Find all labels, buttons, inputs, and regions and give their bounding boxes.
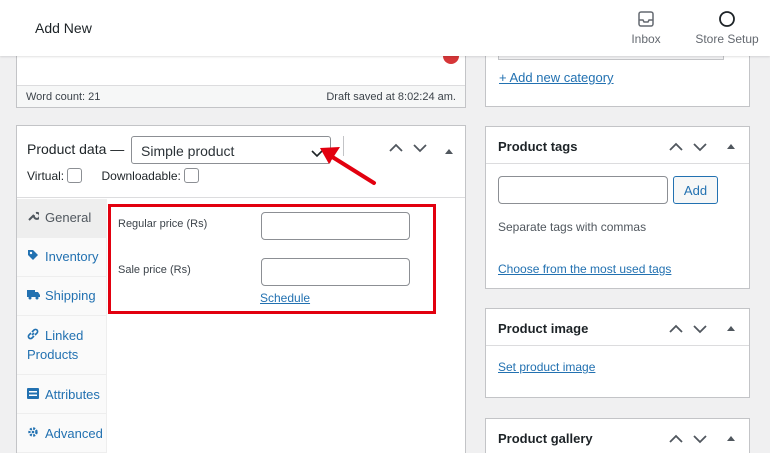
product-data-tabs: General Inventory Shipping Linked Produc… <box>17 199 107 453</box>
editor-status-bar: Word count: 21 Draft saved at 8:02:24 am… <box>17 85 465 107</box>
product-type-select[interactable]: Simple product <box>131 136 331 164</box>
truck-icon <box>27 288 40 303</box>
product-image-panel: Product image Set product image <box>485 308 750 398</box>
tab-advanced-label: Advanced <box>45 426 103 441</box>
annotation-highlight-box <box>108 204 436 314</box>
panel-controls <box>669 140 739 158</box>
product-options: Virtual: Downloadable: <box>27 168 199 183</box>
tab-general[interactable]: General <box>17 199 107 238</box>
gear-icon <box>27 426 40 441</box>
category-list <box>498 56 724 60</box>
move-down-icon[interactable] <box>413 140 427 158</box>
add-new-category-link[interactable]: + Add new category <box>499 70 614 85</box>
product-data-label: Product data — <box>27 141 125 157</box>
top-bar: Add New Inbox Store Setup <box>0 0 770 56</box>
word-count: Word count: 21 <box>26 91 101 103</box>
tab-inventory-label: Inventory <box>45 249 99 264</box>
inbox-button[interactable]: Inbox <box>626 10 666 46</box>
virtual-checkbox[interactable] <box>67 168 83 183</box>
tag-icon <box>27 249 40 264</box>
annotation-arrow <box>320 147 376 185</box>
product-image-header: Product image <box>486 309 749 346</box>
product-data-header: Product data — Simple product Virtual: D… <box>17 126 465 198</box>
tag-help-text: Separate tags with commas <box>498 220 647 234</box>
move-up-icon[interactable] <box>389 140 403 158</box>
tab-inventory[interactable]: Inventory <box>17 238 107 277</box>
tab-shipping[interactable]: Shipping <box>17 277 107 316</box>
product-tags-title: Product tags <box>498 139 578 154</box>
tab-attributes[interactable]: Attributes <box>17 375 107 414</box>
add-tag-button[interactable]: Add <box>673 176 718 204</box>
set-product-image-link[interactable]: Set product image <box>498 360 595 374</box>
tab-linked-products[interactable]: Linked Products <box>17 316 107 375</box>
link-icon <box>27 326 40 345</box>
collapse-toggle-icon[interactable] <box>445 142 453 160</box>
draft-saved-status: Draft saved at 8:02:24 am. <box>326 91 456 103</box>
product-tags-header: Product tags <box>486 127 749 164</box>
product-type-value: Simple product <box>141 143 235 159</box>
store-setup-label: Store Setup <box>695 32 759 46</box>
store-setup-button[interactable]: Store Setup <box>692 10 762 46</box>
virtual-label: Virtual: <box>27 169 65 183</box>
inbox-label: Inbox <box>631 32 661 46</box>
tab-general-label: General <box>45 210 92 225</box>
product-tags-panel: Product tags Add Separate tags with comm… <box>485 126 750 289</box>
tab-shipping-label: Shipping <box>45 288 96 303</box>
panel-controls <box>669 432 739 450</box>
list-icon <box>27 387 40 402</box>
choose-most-used-tags-link[interactable]: Choose from the most used tags <box>498 262 671 276</box>
downloadable-checkbox[interactable] <box>183 168 199 183</box>
product-image-title: Product image <box>498 321 589 336</box>
tag-input[interactable] <box>498 176 668 204</box>
inbox-icon <box>626 10 666 28</box>
wrench-icon <box>27 210 41 225</box>
tab-advanced[interactable]: Advanced <box>17 414 107 453</box>
product-categories-panel: + Add new category <box>485 56 750 107</box>
editor-area: Word count: 21 Draft saved at 8:02:24 am… <box>16 48 466 108</box>
downloadable-label: Downloadable: <box>101 169 181 183</box>
progress-ring-icon <box>692 10 762 28</box>
product-gallery-title: Product gallery <box>498 431 593 446</box>
panel-controls <box>669 322 739 340</box>
product-gallery-panel: Product gallery <box>485 418 750 453</box>
page-title: Add New <box>35 20 92 36</box>
tab-attributes-label: Attributes <box>45 387 100 402</box>
product-gallery-header: Product gallery <box>486 419 749 453</box>
